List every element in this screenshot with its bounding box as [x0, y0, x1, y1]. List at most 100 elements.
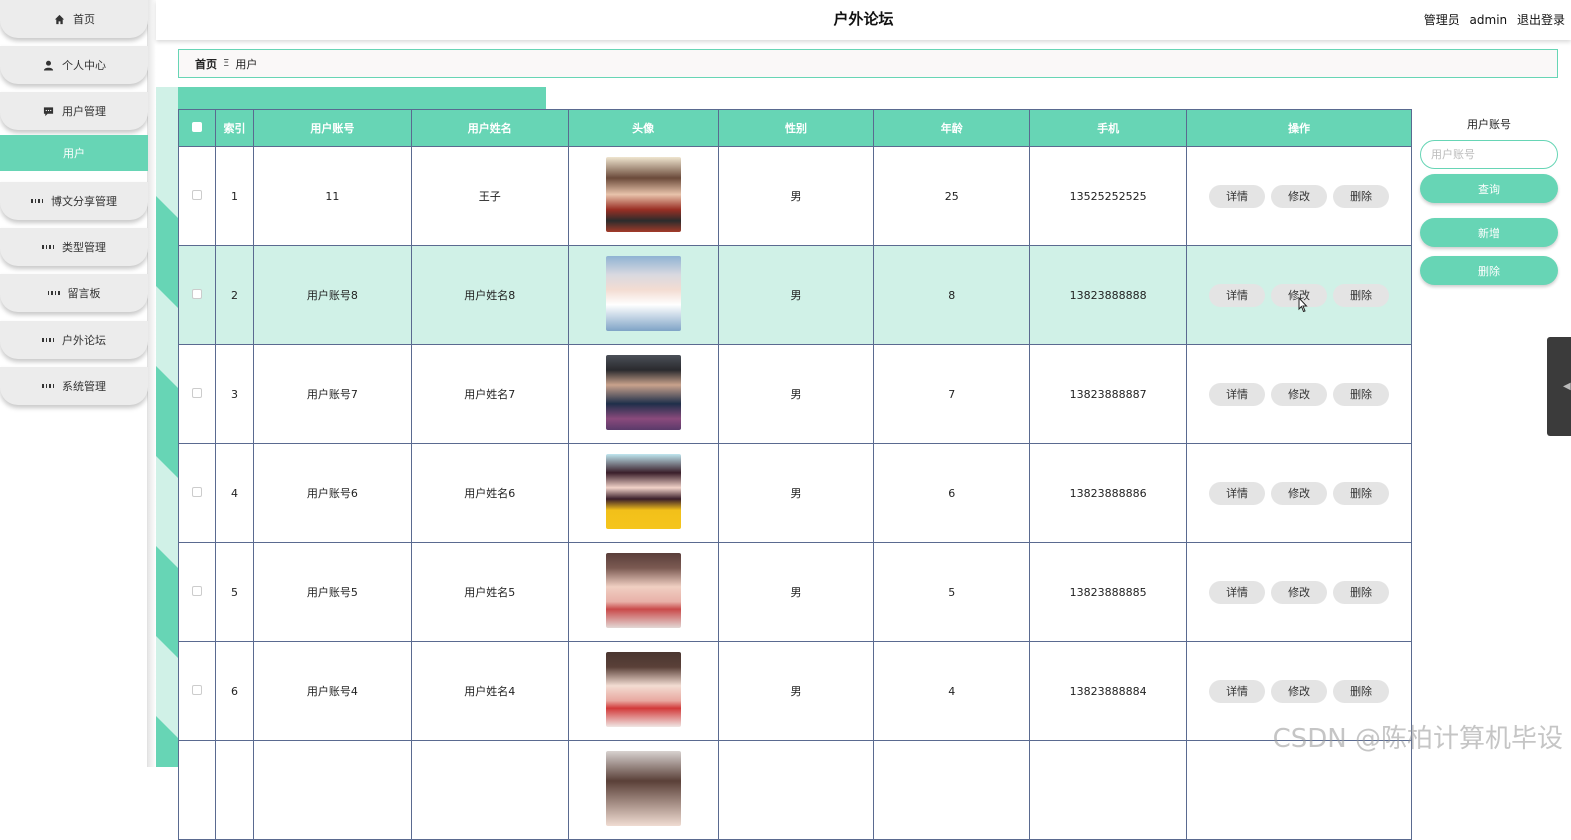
user-area: 管理员 admin 退出登录	[1418, 11, 1565, 28]
sidebar-item-users[interactable]: 用户	[0, 135, 148, 171]
cell-account: 用户账号5	[253, 543, 411, 642]
avatar	[606, 454, 681, 529]
sidebar-item-label: 首页	[73, 11, 95, 27]
row-checkbox[interactable]	[192, 388, 202, 398]
cell-gender: 男	[718, 147, 874, 246]
search-label: 用户账号	[1420, 116, 1558, 132]
cell-actions: 详情修改删除	[1187, 543, 1412, 642]
cell-age: 6	[874, 444, 1030, 543]
sidebar-item-home[interactable]: 首页	[0, 0, 148, 38]
table-row: 1 11 王子 男 25 13525252525 详情修改删除	[179, 147, 1412, 246]
cell-gender: 男	[718, 444, 874, 543]
row-select-cell	[179, 543, 216, 642]
decorative-bar	[156, 87, 546, 109]
decorative-strip	[156, 87, 178, 767]
cell-actions: 详情修改删除	[1187, 147, 1412, 246]
sidebar-item-label: 系统管理	[62, 378, 106, 394]
cell-age: 5	[874, 543, 1030, 642]
row-select-cell	[179, 246, 216, 345]
edit-button[interactable]: 修改	[1271, 383, 1327, 406]
avatar	[606, 157, 681, 232]
sidebar-item-profile[interactable]: 个人中心	[0, 46, 148, 84]
detail-button[interactable]: 详情	[1209, 581, 1265, 604]
cell-name: 用户姓名7	[411, 345, 568, 444]
row-checkbox[interactable]	[192, 190, 202, 200]
sidebar-item-label: 用户	[63, 145, 85, 161]
sidebar-item-user-management[interactable]: 用户管理	[0, 92, 148, 130]
chat-icon	[42, 105, 54, 117]
query-button[interactable]: 查询	[1420, 174, 1558, 203]
avatar	[606, 751, 681, 826]
detail-button[interactable]: 详情	[1209, 383, 1265, 406]
column-header: 索引	[215, 110, 253, 147]
cell-avatar	[568, 642, 718, 741]
edit-button[interactable]: 修改	[1271, 185, 1327, 208]
sidebar-divider	[148, 0, 156, 767]
grid-icon	[42, 334, 54, 346]
cell-phone: 13823888885	[1030, 543, 1187, 642]
users-table: 索引 用户账号 用户姓名 头像 性别 年龄 手机 操作 1 11 王子 男 25…	[178, 109, 1412, 840]
cell-account: 用户账号4	[253, 642, 411, 741]
grid-icon	[48, 287, 60, 299]
search-input[interactable]	[1420, 140, 1558, 169]
delete-button[interactable]: 删除	[1333, 482, 1389, 505]
cell-index: 1	[215, 147, 253, 246]
cell-phone: 13823888887	[1030, 345, 1187, 444]
batch-delete-button[interactable]: 删除	[1420, 256, 1558, 285]
row-checkbox[interactable]	[192, 487, 202, 497]
cell-index	[215, 741, 253, 840]
cell-phone: 13823888888	[1030, 246, 1187, 345]
sidebar-item-messages[interactable]: 留言板	[0, 274, 148, 312]
logout-link[interactable]: 退出登录	[1517, 13, 1565, 27]
table-row	[179, 741, 1412, 840]
detail-button[interactable]: 详情	[1209, 680, 1265, 703]
cell-avatar	[568, 147, 718, 246]
cell-name: 用户姓名6	[411, 444, 568, 543]
row-select-cell	[179, 741, 216, 840]
cell-gender: 男	[718, 246, 874, 345]
cell-account: 用户账号7	[253, 345, 411, 444]
detail-button[interactable]: 详情	[1209, 284, 1265, 307]
cell-gender	[718, 741, 874, 840]
avatar	[606, 553, 681, 628]
cell-avatar	[568, 246, 718, 345]
add-button[interactable]: 新增	[1420, 218, 1558, 247]
search-panel: 用户账号 查询 新增 删除	[1420, 110, 1558, 285]
avatar	[606, 256, 681, 331]
delete-button[interactable]: 删除	[1333, 284, 1389, 307]
row-checkbox[interactable]	[192, 685, 202, 695]
row-select-cell	[179, 147, 216, 246]
edit-button[interactable]: 修改	[1271, 680, 1327, 703]
cell-phone: 13525252525	[1030, 147, 1187, 246]
sidebar-item-blog-share[interactable]: 博文分享管理	[0, 182, 148, 220]
column-header: 年龄	[874, 110, 1030, 147]
cell-phone: 13823888884	[1030, 642, 1187, 741]
delete-button[interactable]: 删除	[1333, 680, 1389, 703]
select-all-checkbox[interactable]	[192, 122, 202, 132]
cell-name	[411, 741, 568, 840]
sidebar-item-types[interactable]: 类型管理	[0, 228, 148, 266]
sidebar-item-forum[interactable]: 户外论坛	[0, 321, 148, 359]
delete-button[interactable]: 删除	[1333, 185, 1389, 208]
cell-gender: 男	[718, 345, 874, 444]
person-icon	[42, 59, 54, 71]
cell-age: 25	[874, 147, 1030, 246]
cell-avatar	[568, 543, 718, 642]
detail-button[interactable]: 详情	[1209, 482, 1265, 505]
cell-account: 11	[253, 147, 411, 246]
watermark: CSDN @陈柏计算机毕设	[1273, 718, 1563, 755]
sidebar-item-system[interactable]: 系统管理	[0, 367, 148, 405]
delete-button[interactable]: 删除	[1333, 581, 1389, 604]
cell-account: 用户账号6	[253, 444, 411, 543]
delete-button[interactable]: 删除	[1333, 383, 1389, 406]
app-title: 户外论坛	[156, 8, 1571, 29]
side-drawer-tab[interactable]: ◀	[1547, 337, 1571, 436]
detail-button[interactable]: 详情	[1209, 185, 1265, 208]
row-checkbox[interactable]	[192, 289, 202, 299]
row-checkbox[interactable]	[192, 586, 202, 596]
edit-button[interactable]: 修改	[1271, 581, 1327, 604]
edit-button[interactable]: 修改	[1271, 482, 1327, 505]
column-header: 性别	[718, 110, 874, 147]
breadcrumb-separator-icon: Ξ	[223, 58, 229, 69]
breadcrumb-home[interactable]: 首页	[195, 56, 217, 72]
